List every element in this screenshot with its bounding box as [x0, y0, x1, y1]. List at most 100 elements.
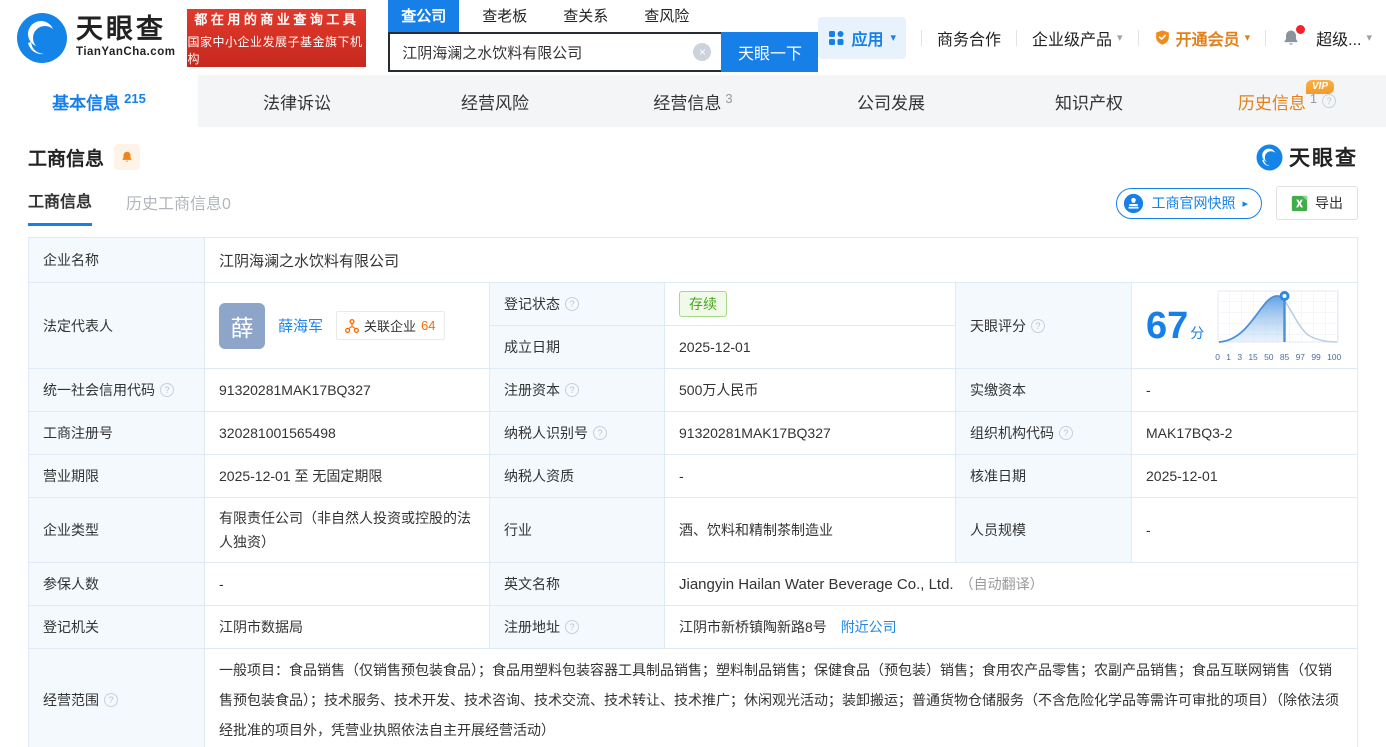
score-distribution-chart: 0131550859799100: [1214, 290, 1342, 362]
header-nav: 应用 ▾ 商务合作 企业级产品 ▾ 开通会员 ▾: [818, 17, 1372, 59]
legal-rep-avatar[interactable]: 薛: [219, 303, 265, 349]
company-tabs: 基本信息 215 法律诉讼 经营风险 经营信息 3 公司发展 知识产权 VIP …: [0, 75, 1386, 127]
search-field: ×: [388, 32, 721, 72]
reg-number-value: 320281001565498: [205, 412, 490, 455]
banner-line1: 都在用的商业查询工具: [194, 9, 359, 28]
staff-size-value: -: [1132, 498, 1358, 563]
related-companies-badge[interactable]: 关联企业 64: [336, 311, 444, 340]
nearby-companies-link[interactable]: 附近公司: [841, 619, 897, 635]
question-icon[interactable]: ?: [160, 383, 174, 397]
establish-date-value: 2025-12-01: [665, 326, 956, 369]
clear-icon[interactable]: ×: [693, 43, 711, 61]
tianyancha-company-page: 天眼查 TianYanCha.com 都在用的商业查询工具 国家中小企业发展子基…: [0, 0, 1386, 747]
tianyancha-logo-icon: [16, 12, 68, 64]
table-row: 参保人数 - 英文名称 Jiangyin Hailan Water Bevera…: [29, 563, 1358, 606]
table-row: 统一社会信用代码? 91320281MAK17BQ327 注册资本? 500万人…: [29, 369, 1358, 412]
tab-basic-info[interactable]: 基本信息 215: [0, 75, 198, 127]
search-tab-relation[interactable]: 查关系: [550, 0, 621, 32]
caret-down-icon: ▾: [1245, 31, 1251, 44]
header: 天眼查 TianYanCha.com 都在用的商业查询工具 国家中小企业发展子基…: [0, 0, 1386, 75]
subtab-row: 工商信息 历史工商信息0 工商官网快照 ▸: [28, 190, 1358, 224]
reg-authority-value: 江阴市数据局: [205, 606, 490, 649]
paid-capital-value: -: [1132, 369, 1358, 412]
content: 工商信息 天眼查 工商信息 历史工商信息0: [0, 142, 1386, 747]
table-row: 登记机关 江阴市数据局 注册地址? 江阴市新桥镇陶新路8号 附近公司: [29, 606, 1358, 649]
search-button[interactable]: 天眼一下: [721, 32, 818, 72]
search-tab-boss[interactable]: 查老板: [469, 0, 540, 32]
english-name-label: 英文名称: [490, 563, 665, 606]
credit-code-label: 统一社会信用代码?: [29, 369, 205, 412]
question-icon[interactable]: ?: [1059, 426, 1073, 440]
search-input[interactable]: [402, 44, 693, 61]
export-button[interactable]: 导出: [1276, 186, 1358, 220]
nav-open-vip[interactable]: 开通会员 ▾: [1154, 26, 1251, 50]
insured-label: 参保人数: [29, 563, 205, 606]
divider: [1265, 30, 1266, 46]
subtab-history-business-info[interactable]: 历史工商信息0: [126, 190, 231, 225]
company-type-label: 企业类型: [29, 498, 205, 563]
score-axis-ticks: 0131550859799100: [1214, 352, 1342, 362]
tab-history-info[interactable]: VIP 历史信息 1 ?: [1188, 75, 1386, 127]
tab-intellectual-property[interactable]: 知识产权: [990, 75, 1188, 127]
reg-number-label: 工商注册号: [29, 412, 205, 455]
excel-icon: [1291, 195, 1308, 212]
nav-enterprise-products[interactable]: 企业级产品 ▾: [1032, 26, 1123, 50]
legal-rep-cell: 薛 薛海军 关联企业 64: [205, 283, 490, 369]
section-header: 工商信息 天眼查: [28, 142, 1358, 172]
apps-menu[interactable]: 应用 ▾: [818, 17, 906, 59]
brand-name: 天眼查: [1289, 142, 1358, 172]
taxpayer-quality-value: -: [665, 455, 956, 498]
address-label: 注册地址?: [490, 606, 665, 649]
business-term-value: 2025-12-01 至 无固定期限: [205, 455, 490, 498]
subtab-business-info[interactable]: 工商信息: [28, 188, 92, 226]
industry-label: 行业: [490, 498, 665, 563]
tab-operating-risk[interactable]: 经营风险: [396, 75, 594, 127]
notification-dot: [1296, 25, 1305, 34]
apps-label: 应用: [851, 26, 883, 50]
table-row: 营业期限 2025-12-01 至 无固定期限 纳税人资质 - 核准日期 202…: [29, 455, 1358, 498]
official-snapshot-button[interactable]: 工商官网快照 ▸: [1116, 188, 1262, 219]
establish-date-label: 成立日期: [490, 326, 665, 369]
company-name-value: 江阴海澜之水饮料有限公司: [205, 238, 1358, 283]
legal-rep-link[interactable]: 薛海军: [278, 315, 323, 336]
search-tab-risk[interactable]: 查风险: [631, 0, 702, 32]
tab-company-development[interactable]: 公司发展: [792, 75, 990, 127]
tab-count: 3: [725, 91, 732, 106]
taxpayer-quality-label: 纳税人资质: [490, 455, 665, 498]
tab-count: 215: [124, 91, 146, 106]
section-title: 工商信息: [28, 144, 104, 171]
insured-value: -: [205, 563, 490, 606]
tab-operating-info[interactable]: 经营信息 3: [594, 75, 792, 127]
approval-date-label: 核准日期: [956, 455, 1132, 498]
search-tab-company[interactable]: 查公司: [388, 0, 459, 32]
org-chart-icon: [345, 319, 359, 333]
banner-line2: 国家中小企业发展子基金旗下机构: [187, 33, 366, 67]
caret-down-icon: ▾: [1366, 31, 1372, 44]
table-row: 法定代表人 薛 薛海军: [29, 283, 1358, 326]
question-icon[interactable]: ?: [104, 693, 118, 707]
nav-business-cooperation[interactable]: 商务合作: [937, 26, 1001, 50]
question-icon[interactable]: ?: [1031, 319, 1045, 333]
question-icon[interactable]: ?: [565, 383, 579, 397]
tianyancha-logo[interactable]: 天眼查 TianYanCha.com: [16, 12, 175, 64]
company-type-value: 有限责任公司（非自然人投资或控股的法人独资）: [205, 498, 490, 563]
question-icon[interactable]: ?: [565, 297, 579, 311]
org-code-value: MAK17BQ3-2: [1132, 412, 1358, 455]
notifications-bell[interactable]: [1281, 28, 1301, 48]
question-icon[interactable]: ?: [565, 620, 579, 634]
caret-down-icon: ▾: [890, 31, 896, 44]
arrow-right-icon: ▸: [1242, 197, 1248, 210]
score-label: 天眼评分?: [956, 283, 1132, 369]
promo-banner: 都在用的商业查询工具 国家中小企业发展子基金旗下机构: [187, 9, 366, 67]
score-cell: 67分: [1132, 283, 1358, 369]
divider: [1138, 30, 1139, 46]
tianyancha-logo-icon: [1256, 144, 1283, 171]
table-row: 企业类型 有限责任公司（非自然人投资或控股的法人独资） 行业 酒、饮料和精制茶制…: [29, 498, 1358, 563]
monitor-bell-button[interactable]: [114, 144, 140, 170]
question-icon[interactable]: ?: [593, 426, 607, 440]
nav-account-menu[interactable]: 超级... ▾: [1316, 26, 1372, 50]
search-block: 查公司 查老板 查关系 查风险 × 天眼一下: [388, 3, 818, 72]
tab-legal-lawsuits[interactable]: 法律诉讼: [198, 75, 396, 127]
taxpayer-id-label: 纳税人识别号?: [490, 412, 665, 455]
question-icon[interactable]: ?: [1322, 94, 1336, 108]
